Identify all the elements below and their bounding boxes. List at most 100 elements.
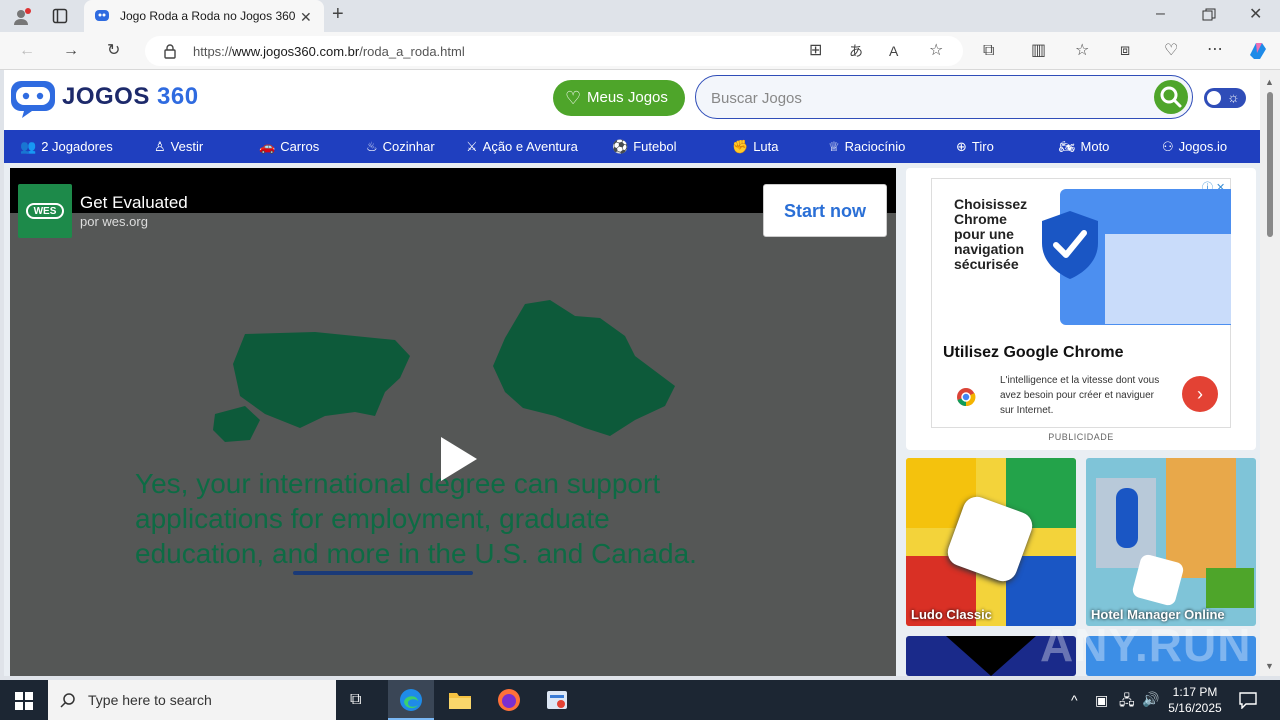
scroll-up-icon[interactable]: ▲ [1265, 74, 1274, 90]
heart-icon: ♡ [565, 88, 582, 108]
show-hidden-icons[interactable]: ^ [1071, 692, 1078, 708]
nav-item-vestir[interactable]: ♙ Vestir [154, 139, 203, 155]
notifications-icon[interactable] [1239, 691, 1257, 713]
browser-toolbar: ← → ↻ https://www.jogos360.com.br/roda_a… [0, 32, 1280, 70]
active-tab[interactable]: Jogo Roda a Roda no Jogos 360 ✕ [84, 0, 324, 32]
search-button[interactable] [1154, 80, 1188, 114]
ad-arrow-button[interactable]: › [1182, 376, 1218, 412]
game-card-hotel-manager-online[interactable]: Hotel Manager Online [1086, 458, 1256, 626]
car-icon: 🚗 [259, 139, 276, 154]
more-menu-icon[interactable]: ⋯ [1207, 42, 1223, 58]
volume-icon[interactable]: 🔊 [1142, 691, 1159, 707]
game-title: Ludo Classic [911, 607, 992, 622]
site-favicon-icon [94, 8, 110, 28]
brain-icon: ♕ [828, 139, 840, 154]
ad-headline: Choisissez Chrome pour une navigation sé… [954, 196, 1028, 272]
ad-body-text: L'intelligence et la vitesse dont vous a… [1000, 375, 1160, 416]
chrome-logo-icon [956, 387, 976, 412]
ad-title-chrome: Utilisez Google Chrome [943, 344, 1124, 361]
copilot-icon[interactable] [1247, 41, 1269, 65]
refresh-icon[interactable]: ↻ [107, 43, 120, 59]
split-screen-icon[interactable]: ▥ [1031, 43, 1046, 59]
search-icon [1160, 86, 1182, 108]
collections-icon[interactable]: ⧈ [1120, 43, 1130, 59]
nav-item-tiro[interactable]: ⊕ Tiro [956, 139, 994, 155]
nav-item-futebol[interactable]: ⚽ Futebol [612, 139, 677, 155]
lock-icon[interactable] [163, 43, 177, 63]
profile-icon[interactable] [12, 8, 32, 30]
edge-taskbar-icon[interactable] [388, 680, 434, 720]
page-scrollbar[interactable]: ▲ ▼ [1260, 70, 1280, 676]
meus-jogos-button[interactable]: ♡ Meus Jogos [553, 80, 685, 116]
wes-logo[interactable]: WES [18, 184, 72, 238]
nav-item-2-jogadores[interactable]: 👥 2 Jogadores [20, 139, 113, 155]
nav-item-jogos-io[interactable]: ⚇ Jogos.io [1162, 139, 1227, 155]
device-icon[interactable]: ▣ [1095, 692, 1108, 708]
forward-icon[interactable]: → [63, 43, 79, 59]
clock-time: 1:17 PM [1172, 685, 1218, 699]
search-icon [60, 692, 76, 712]
nav-item-carros[interactable]: 🚗 Carros [259, 139, 319, 155]
tab-actions-icon[interactable] [52, 8, 68, 28]
motorcycle-icon: 🏍 [1059, 139, 1076, 154]
file-explorer-icon[interactable] [448, 690, 472, 715]
logo-icon[interactable] [10, 79, 58, 124]
new-tab-icon[interactable]: + [332, 4, 344, 24]
scrollbar-thumb[interactable] [1267, 92, 1273, 237]
chrome-ad[interactable]: ⓘ ✕ Choisissez Chrome pour une navigatio… [931, 178, 1231, 428]
taskbar-search-input[interactable]: Type here to search [88, 692, 212, 708]
tab-title: Jogo Roda a Roda no Jogos 360 [120, 9, 296, 23]
app-available-icon[interactable]: ⊞ [809, 43, 822, 59]
start-now-button[interactable]: Start now [763, 184, 887, 237]
theme-toggle[interactable]: ☼ [1204, 88, 1246, 108]
translate-icon[interactable]: あ [849, 43, 863, 59]
scroll-down-icon[interactable]: ▼ [1265, 658, 1274, 674]
sun-icon: ☼ [1227, 89, 1240, 105]
taskbar-search-box[interactable]: Type here to search [48, 680, 336, 720]
search-input[interactable]: Buscar Jogos [711, 90, 802, 107]
network-icon[interactable]: 🖧 [1119, 692, 1135, 708]
minimize-icon[interactable]: – [1156, 6, 1165, 22]
url-text[interactable]: https://www.jogos360.com.br/roda_a_roda.… [193, 44, 465, 59]
us-canada-map-illustration [213, 300, 675, 442]
nav-item-moto[interactable]: 🏍 Moto [1059, 139, 1109, 155]
action-icon: ⚔ [466, 139, 478, 154]
firefox-icon[interactable] [497, 688, 521, 717]
site-logo[interactable]: JOGOS 360 [62, 83, 199, 111]
close-window-icon[interactable]: ✕ [1249, 7, 1262, 23]
extensions-icon[interactable]: ⧉ [983, 43, 994, 59]
publicidade-label: PUBLICIDADE [1048, 432, 1114, 442]
favorites-icon[interactable]: ☆ [1075, 43, 1089, 59]
close-tab-icon[interactable]: ✕ [300, 9, 312, 25]
address-bar[interactable]: https://www.jogos360.com.br/roda_a_roda.… [145, 36, 963, 66]
windows-start-icon[interactable] [15, 692, 33, 715]
ad-title[interactable]: Get Evaluated [80, 193, 188, 213]
play-icon[interactable] [439, 435, 479, 488]
windows-taskbar: Type here to search ⧉ ^ ▣ 🖧 🔊 1:17 PM 5/… [0, 680, 1280, 720]
system-clock[interactable]: 1:17 PM 5/16/2025 [1160, 684, 1230, 716]
video-ad[interactable]: WES Get Evaluated por wes.org Start now … [10, 168, 896, 676]
ad-message: Yes, your international degree can suppo… [135, 468, 697, 569]
shield-check-icon [1040, 209, 1100, 286]
app-taskbar-icon[interactable] [545, 688, 569, 717]
nav-item-raciocinio[interactable]: ♕ Raciocínio [828, 139, 905, 155]
read-aloud-icon[interactable]: A [889, 43, 898, 59]
search-box[interactable]: Buscar Jogos [695, 75, 1193, 119]
fight-icon: ✊ [732, 139, 749, 154]
game-card-ludo-classic[interactable]: Ludo Classic [906, 458, 1076, 626]
chef-hat-icon: ♨ [366, 139, 378, 154]
soccer-ball-icon: ⚽ [612, 139, 629, 154]
back-icon[interactable]: ← [19, 43, 35, 59]
nav-item-acao-aventura[interactable]: ⚔ Ação e Aventura [466, 139, 578, 155]
performance-icon[interactable]: ♡ [1164, 43, 1178, 59]
nav-item-cozinhar[interactable]: ♨ Cozinhar [366, 139, 435, 155]
favorite-star-icon[interactable]: ☆ [929, 43, 943, 59]
nav-item-luta[interactable]: ✊ Luta [732, 139, 779, 155]
task-view-icon[interactable]: ⧉ [350, 692, 361, 708]
ludo-board-image [906, 458, 1076, 626]
target-icon: ⊕ [956, 139, 967, 154]
players-icon: 👥 [20, 139, 37, 154]
restore-icon[interactable] [1202, 8, 1216, 26]
toggle-knob [1207, 91, 1221, 105]
ad-sponsor: por wes.org [80, 214, 148, 229]
